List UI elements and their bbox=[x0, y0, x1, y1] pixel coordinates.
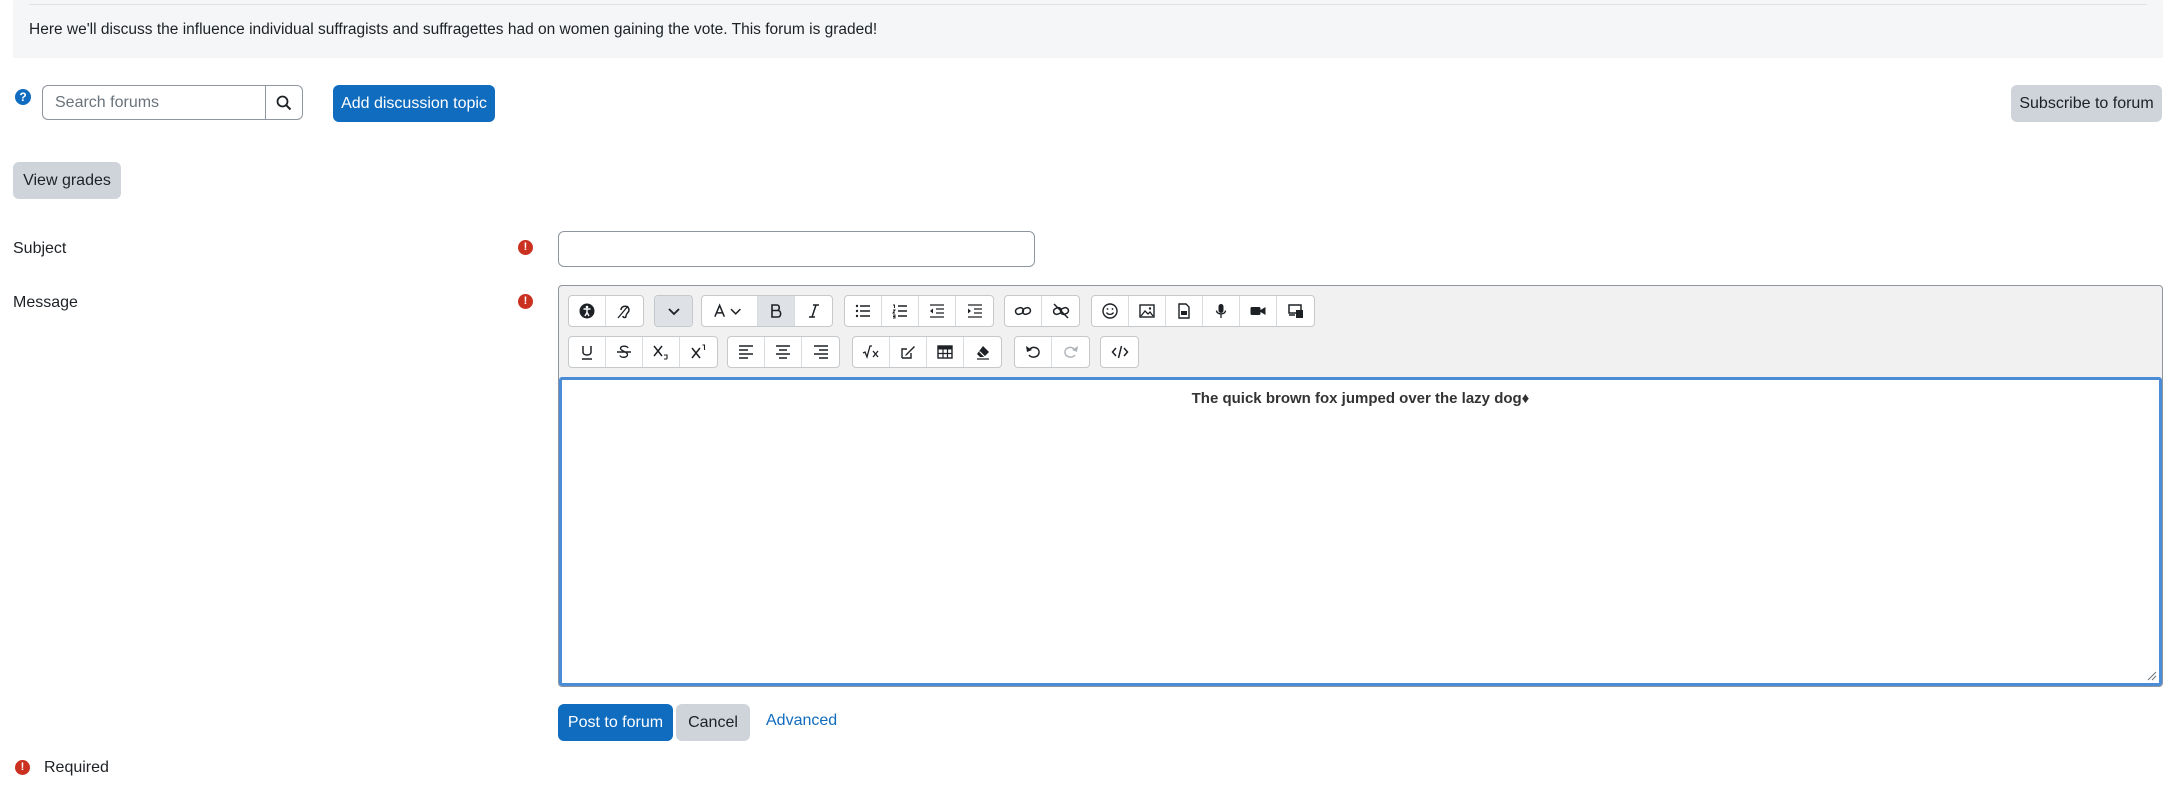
subscribe-button[interactable]: Subscribe to forum bbox=[2011, 85, 2162, 122]
media-file-icon[interactable] bbox=[1166, 296, 1203, 326]
toolbar-group-more bbox=[654, 295, 693, 327]
resize-handle-icon[interactable] bbox=[2147, 671, 2157, 681]
forum-intro-box: Here we'll discuss the influence individ… bbox=[13, 0, 2163, 58]
subscript-icon[interactable] bbox=[643, 337, 680, 367]
toolbar-group-links bbox=[1004, 295, 1080, 327]
bold-icon[interactable] bbox=[758, 296, 795, 326]
required-icon: ! bbox=[518, 240, 533, 255]
required-icon: ! bbox=[518, 294, 533, 309]
manage-files-icon[interactable] bbox=[1277, 296, 1314, 326]
message-text: The quick brown fox jumped over the lazy… bbox=[1191, 390, 1530, 407]
toolbar-group-insert bbox=[852, 336, 1002, 368]
toolbar-group-media bbox=[1091, 295, 1315, 327]
post-to-forum-button[interactable]: Post to forum bbox=[558, 704, 673, 741]
unlink-icon[interactable] bbox=[1042, 296, 1079, 326]
required-icon: ! bbox=[15, 760, 30, 775]
strikethrough-icon[interactable] bbox=[606, 337, 643, 367]
toolbar-group-lists bbox=[844, 295, 994, 327]
accessibility-checker-icon[interactable] bbox=[569, 296, 606, 326]
toolbar-group-text-format bbox=[568, 336, 718, 368]
redo-icon[interactable] bbox=[1052, 337, 1089, 367]
advanced-link[interactable]: Advanced bbox=[766, 712, 837, 730]
indent-icon[interactable] bbox=[956, 296, 993, 326]
special-chars-icon[interactable] bbox=[890, 337, 927, 367]
unordered-list-icon[interactable] bbox=[845, 296, 882, 326]
message-content-area[interactable]: The quick brown fox jumped over the lazy… bbox=[559, 377, 2162, 686]
toolbar-group-accessibility bbox=[568, 295, 644, 327]
help-icon[interactable]: ? bbox=[15, 89, 31, 105]
italic-icon[interactable] bbox=[795, 296, 832, 326]
search-button[interactable] bbox=[265, 85, 303, 120]
emoji-icon[interactable] bbox=[1092, 296, 1129, 326]
clear-formatting-icon[interactable] bbox=[964, 337, 1001, 367]
underline-icon[interactable] bbox=[569, 337, 606, 367]
paragraph-styles-icon[interactable] bbox=[702, 296, 758, 326]
align-center-icon[interactable] bbox=[765, 337, 802, 367]
undo-icon[interactable] bbox=[1015, 337, 1052, 367]
search-input[interactable] bbox=[42, 85, 265, 120]
message-editor: The quick brown fox jumped over the lazy… bbox=[558, 285, 2163, 687]
html-source-icon[interactable] bbox=[1101, 337, 1138, 367]
record-video-icon[interactable] bbox=[1240, 296, 1277, 326]
align-right-icon[interactable] bbox=[802, 337, 839, 367]
add-discussion-topic-button[interactable]: Add discussion topic bbox=[333, 85, 495, 122]
message-label: Message bbox=[13, 294, 78, 311]
superscript-icon[interactable] bbox=[680, 337, 717, 367]
outdent-icon[interactable] bbox=[919, 296, 956, 326]
link-icon[interactable] bbox=[1005, 296, 1042, 326]
search-icon bbox=[276, 95, 292, 110]
divider bbox=[29, 4, 2147, 5]
subject-input[interactable] bbox=[558, 231, 1035, 267]
image-icon[interactable] bbox=[1129, 296, 1166, 326]
view-grades-button[interactable]: View grades bbox=[13, 162, 121, 199]
table-icon[interactable] bbox=[927, 337, 964, 367]
toolbar-group-align bbox=[727, 336, 840, 368]
required-note: Required bbox=[44, 759, 109, 776]
toolbar-group-history bbox=[1014, 336, 1090, 368]
screenreader-helper-icon[interactable] bbox=[606, 296, 643, 326]
toolbar-group-source bbox=[1100, 336, 1139, 368]
align-left-icon[interactable] bbox=[728, 337, 765, 367]
ordered-list-icon[interactable] bbox=[882, 296, 919, 326]
show-more-buttons-icon[interactable] bbox=[655, 296, 692, 326]
cancel-button[interactable]: Cancel bbox=[676, 704, 750, 741]
equation-icon[interactable] bbox=[853, 337, 890, 367]
toolbar-group-style bbox=[701, 295, 833, 327]
subject-label: Subject bbox=[13, 240, 67, 257]
record-audio-icon[interactable] bbox=[1203, 296, 1240, 326]
forum-intro-text: Here we'll discuss the influence individ… bbox=[29, 21, 878, 38]
